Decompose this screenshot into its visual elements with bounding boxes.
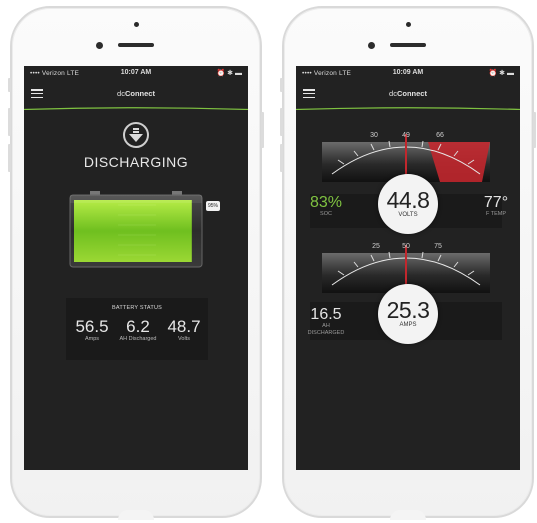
clock: 10:07 AM — [120, 69, 152, 76]
metric-label: Volts — [178, 336, 190, 342]
volts-tick-label: 66 — [436, 132, 444, 139]
front-camera — [96, 42, 103, 49]
header-accent-line — [24, 107, 248, 110]
proximity-sensor — [406, 22, 411, 27]
home-button[interactable] — [390, 510, 426, 520]
metric-ah-discharged: 6.2 AH Discharged — [114, 317, 162, 343]
screen-left: •••• Verizon LTE 10:07 AM ⏰ ✱ ▬ dcConnec… — [24, 66, 248, 470]
phone-right: •••• Verizon LTE 10:09 AM ⏰ ✱ ▬ dcConnec… — [280, 6, 536, 520]
earpiece-speaker — [118, 43, 154, 47]
app-title-prefix: dc — [117, 89, 125, 98]
battery-state-title: DISCHARGING — [83, 154, 189, 170]
soc-readout: 83% SOC — [308, 194, 344, 217]
amps-tick-label: 50 — [402, 243, 410, 250]
app-title-prefix: dc — [389, 89, 397, 98]
home-button[interactable] — [118, 510, 154, 520]
metric-label: Amps — [84, 336, 100, 342]
metric-value: 6.2 — [126, 317, 150, 336]
soc-value: 83% — [309, 194, 343, 211]
amps-tick-label: 75 — [434, 243, 442, 250]
proximity-sensor — [134, 22, 139, 27]
header-accent-line — [296, 107, 520, 110]
system-status-icons: ⏰ ✱ ▬ — [216, 70, 242, 77]
front-camera — [368, 42, 375, 49]
volume-down-button — [8, 144, 11, 172]
app-title: dcConnect — [24, 89, 248, 98]
metric-label: AH Discharged — [119, 336, 157, 342]
mute-switch — [280, 78, 283, 92]
temperature-readout: 77° F TEMP — [478, 194, 514, 217]
temperature-label: F TEMP — [485, 211, 507, 217]
battery-status-label: BATTERY STATUS — [112, 305, 162, 311]
amps-dial: 25.3 AMPS — [378, 284, 438, 344]
battery-graphic — [69, 191, 203, 268]
metric-amps: 56.5 Amps — [70, 317, 114, 343]
app-header: dcConnect — [296, 83, 520, 110]
volume-up-button — [8, 108, 11, 136]
earpiece-speaker — [390, 43, 426, 47]
amps-tick-label: 25 — [372, 243, 380, 250]
metric-volts: 48.7 Volts — [162, 317, 206, 343]
app-title-bold: Connect — [124, 89, 155, 98]
status-bar: •••• Verizon LTE 10:09 AM ⏰ ✱ ▬ — [296, 66, 520, 80]
charge-percent-badge: 95% — [206, 201, 221, 211]
ah-discharged-label: AH DISCHARGED — [307, 323, 345, 336]
app-title: dcConnect — [296, 89, 520, 98]
status-bar: •••• Verizon LTE 10:07 AM ⏰ ✱ ▬ — [24, 66, 248, 80]
soc-label: SOC — [320, 211, 332, 217]
metric-value: 56.5 — [75, 317, 109, 336]
volts-tick-label: 49 — [402, 132, 410, 139]
battery-status-panel: BATTERY STATUS 56.5 Amps 6.2 AH Discharg… — [66, 298, 208, 360]
power-button — [261, 112, 264, 148]
screen-right: •••• Verizon LTE 10:09 AM ⏰ ✱ ▬ dcConnec… — [296, 66, 520, 470]
phone-left: •••• Verizon LTE 10:07 AM ⏰ ✱ ▬ dcConnec… — [8, 6, 264, 520]
mute-switch — [8, 78, 11, 92]
ah-discharged-readout: 16.5 AH DISCHARGED — [304, 306, 348, 337]
volume-up-button — [280, 108, 283, 136]
app-header: dcConnect — [24, 83, 248, 110]
volts-dial: 44.8 VOLTS — [378, 174, 438, 234]
discharge-arrow-icon — [123, 122, 149, 148]
volts-value: 44.8 — [386, 187, 430, 213]
power-button — [533, 112, 536, 148]
volts-tick-label: 30 — [370, 132, 378, 139]
clock: 10:09 AM — [392, 69, 424, 76]
app-title-bold: Connect — [396, 89, 427, 98]
amps-value: 25.3 — [386, 297, 430, 323]
temperature-value: 77° — [483, 194, 509, 211]
metric-value: 48.7 — [167, 317, 201, 336]
volume-down-button — [280, 144, 283, 172]
system-status-icons: ⏰ ✱ ▬ — [488, 70, 514, 77]
ah-discharged-value: 16.5 — [310, 306, 342, 323]
